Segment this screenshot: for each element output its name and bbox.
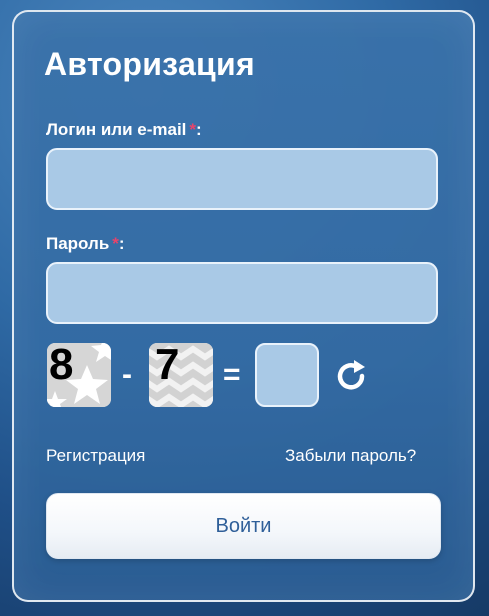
password-label-colon: : (118, 234, 125, 253)
password-label: Пароль *: (46, 234, 125, 254)
login-label-text: Логин или e-mail (46, 120, 187, 139)
login-panel: Авторизация Логин или e-mail *: Пароль *: … (12, 10, 475, 602)
refresh-icon (337, 360, 365, 390)
captcha-number-2: 7 (155, 343, 180, 389)
password-field[interactable] (46, 262, 438, 324)
captcha-image-2: 7 (149, 343, 213, 407)
forgot-password-link[interactable]: Забыли пароль? (285, 446, 416, 466)
captcha-answer-input[interactable] (255, 343, 319, 407)
refresh-captcha-button[interactable] (332, 357, 372, 397)
login-label-colon: : (196, 120, 202, 139)
login-label: Логин или e-mail *: (46, 120, 202, 140)
password-label-text: Пароль (46, 234, 110, 253)
captcha-image-1: 8 (47, 343, 111, 407)
login-button[interactable]: Войти (46, 493, 441, 559)
captcha-number-1: 8 (49, 343, 74, 389)
captcha-minus: - (122, 358, 132, 391)
login-button-label: Войти (215, 514, 272, 537)
register-link[interactable]: Регистрация (46, 446, 145, 466)
login-field[interactable] (46, 148, 438, 210)
required-marker: * (112, 234, 119, 253)
captcha-equals: = (223, 358, 241, 391)
page-title: Авторизация (44, 46, 255, 82)
